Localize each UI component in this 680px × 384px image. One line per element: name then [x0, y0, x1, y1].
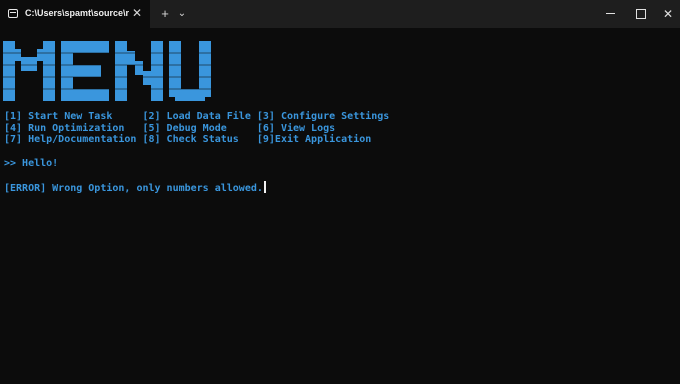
menu-line-3: [7] Help/Documentation [8] Check Status … [4, 134, 372, 145]
error-message: [ERROR] Wrong Option, only numbers allow… [4, 183, 263, 194]
menu-line-1: [1] Start New Task [2] Load Data File [3… [4, 111, 390, 122]
greeting-line: >> Hello! [4, 158, 59, 169]
terminal-tab[interactable]: C:\Users\spamt\source\repos\ ✕ [0, 0, 150, 28]
terminal-icon [8, 9, 18, 18]
maximize-button[interactable] [626, 0, 656, 28]
tab-title: C:\Users\spamt\source\repos\ [25, 8, 129, 18]
maximize-icon [636, 9, 646, 19]
tab-close-icon[interactable]: ✕ [131, 7, 143, 19]
minimize-icon [606, 13, 615, 14]
menu-banner [3, 41, 213, 101]
new-tab-button[interactable]: + [157, 6, 173, 22]
text-cursor [263, 181, 266, 193]
close-icon: ✕ [662, 7, 674, 21]
error-line: [ERROR] Wrong Option, only numbers allow… [4, 181, 266, 195]
terminal-pane[interactable]: [1] Start New Task [2] Load Data File [3… [0, 28, 680, 384]
title-bar: C:\Users\spamt\source\repos\ ✕ + ⌄ ✕ [0, 0, 680, 28]
menu-banner-art [3, 41, 211, 101]
minimize-button[interactable] [596, 0, 626, 28]
close-window-button[interactable]: ✕ [653, 0, 680, 28]
tab-dropdown-button[interactable]: ⌄ [174, 6, 190, 22]
